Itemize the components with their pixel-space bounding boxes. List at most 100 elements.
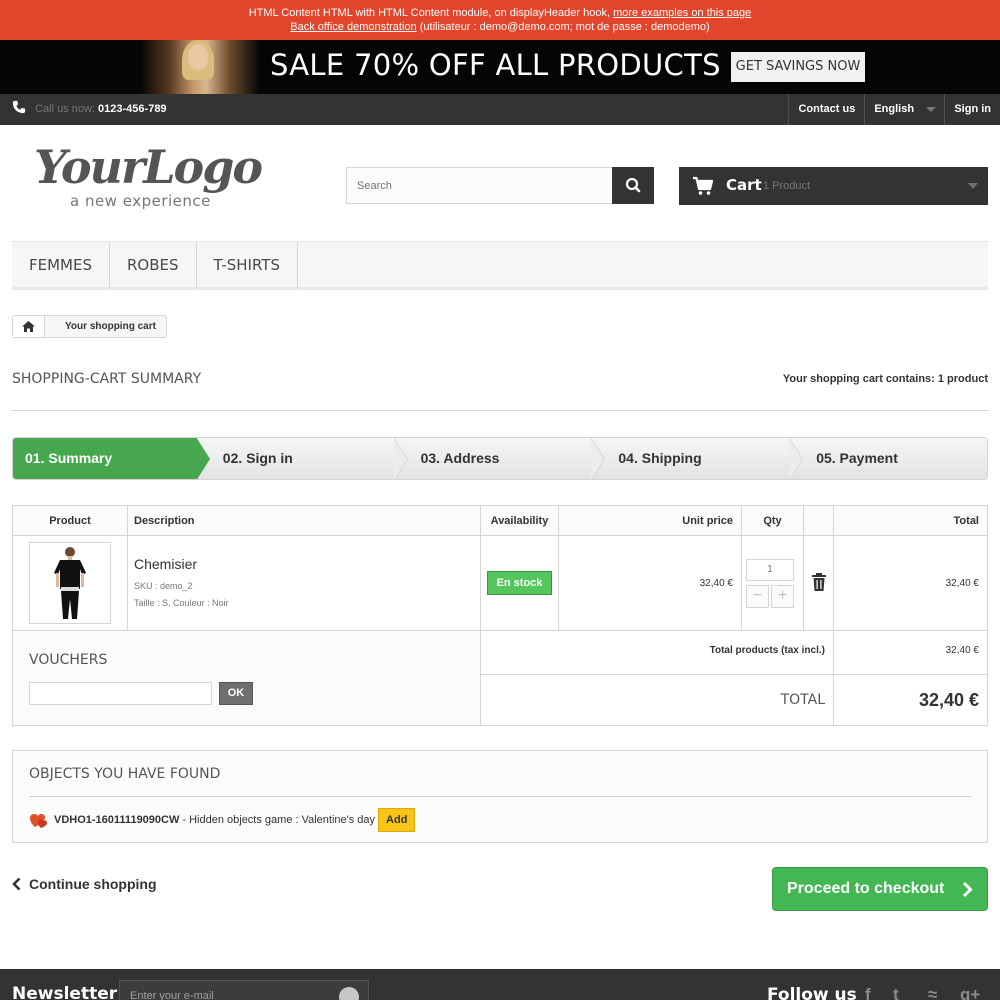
- language-label: English: [874, 103, 915, 115]
- unit-price: 32,40 €: [699, 577, 733, 589]
- search-box: [346, 167, 654, 204]
- search-input[interactable]: [347, 168, 613, 203]
- breadcrumb-current: Your shopping cart: [65, 321, 156, 332]
- quantity-stepper: − +: [746, 584, 803, 608]
- unit-price-cell: 32,40 €: [558, 535, 742, 631]
- step-shipping-label: 04. Shipping: [618, 450, 702, 466]
- call-us-label: Call us now:: [35, 103, 95, 115]
- add-object-button[interactable]: Add: [378, 808, 416, 832]
- info-line-2: Back office demonstration (utilisateur :…: [0, 20, 1000, 34]
- search-button[interactable]: [612, 167, 654, 204]
- divider: [12, 410, 988, 411]
- more-examples-link[interactable]: more examples on this page: [613, 7, 751, 19]
- step-address-label: 03. Address: [420, 450, 500, 466]
- vouchers-cell: VOUCHERS OK: [12, 630, 481, 726]
- sale-banner[interactable]: SALE 70% OFF ALL PRODUCTS GET SAVINGS NO…: [0, 40, 1000, 94]
- phone-icon: [12, 100, 26, 114]
- col-actions: [803, 505, 834, 536]
- quantity-input[interactable]: 1: [746, 558, 794, 581]
- step-sign-in: 02. Sign in: [196, 438, 408, 479]
- follow-us-title: Follow us: [767, 985, 857, 1000]
- step-summary: 01. Summary: [13, 438, 210, 479]
- chevron-down-icon: [926, 107, 937, 112]
- cart-summary-count: Your shopping cart contains: 1 product: [782, 373, 988, 385]
- cart-icon: [693, 176, 714, 195]
- twitter-icon[interactable]: t: [893, 985, 899, 1000]
- decrease-qty-button[interactable]: −: [746, 584, 769, 608]
- sale-title: SALE 70% OFF ALL PRODUCTS: [270, 48, 721, 82]
- total-products-label: Total products (tax incl.): [480, 630, 834, 675]
- demo-info-bar: HTML Content HTML with HTML Content modu…: [0, 0, 1000, 40]
- voucher-input[interactable]: [29, 681, 212, 705]
- google-plus-icon[interactable]: g+: [960, 985, 980, 1000]
- product-sku: SKU : demo_2: [134, 581, 193, 591]
- table-row: Chemisier SKU : demo_2 Taille : S, Coule…: [12, 535, 988, 631]
- get-savings-button[interactable]: GET SAVINGS NOW: [731, 52, 865, 82]
- qty-cell: 1 − +: [741, 535, 804, 631]
- newsletter-submit-button[interactable]: [339, 987, 359, 1000]
- home-icon: [22, 321, 35, 332]
- phone-number: 0123-456-789: [98, 103, 167, 115]
- product-name[interactable]: Chemisier: [134, 556, 480, 572]
- back-office-link[interactable]: Back office demonstration: [290, 21, 416, 33]
- increase-qty-button[interactable]: +: [771, 584, 794, 608]
- info-line-1: HTML Content HTML with HTML Content modu…: [0, 6, 1000, 20]
- menu-item-femmes[interactable]: FEMMES: [12, 242, 110, 289]
- status-badge: En stock: [486, 571, 553, 595]
- chevron-left-icon: [12, 877, 21, 891]
- product-attributes: Taille : S, Couleur : Noir: [134, 598, 229, 608]
- menu-item-tshirts[interactable]: T-SHIRTS: [197, 242, 298, 289]
- site-logo[interactable]: YourLogo a new experience: [34, 142, 274, 212]
- cart-count: 1 Product: [763, 180, 811, 192]
- contact-us-link[interactable]: Contact us: [788, 94, 864, 125]
- continue-shopping-label: Continue shopping: [29, 876, 157, 892]
- cart-label: Cart: [726, 176, 762, 194]
- newsletter-title: Newsletter: [12, 984, 118, 1000]
- col-qty: Qty: [741, 505, 804, 536]
- checkout-label: Proceed to checkout: [787, 880, 945, 897]
- product-image[interactable]: [29, 542, 111, 624]
- main-menu: FEMMES ROBES T-SHIRTS: [12, 241, 988, 290]
- info-line-2-text: (utilisateur : demo@demo.com; mot de pas…: [419, 21, 710, 33]
- step-shipping: 04. Shipping: [591, 438, 804, 479]
- home-link[interactable]: [13, 316, 45, 337]
- step-payment: 05. Payment: [789, 438, 987, 479]
- menu-item-robes[interactable]: ROBES: [110, 242, 197, 289]
- facebook-icon[interactable]: f: [865, 985, 871, 1000]
- nav-links: Contact us English Sign in: [788, 94, 1000, 125]
- object-code: VDHO1-16011119090CW: [54, 814, 180, 826]
- total-cell: 32,40 €: [833, 535, 988, 631]
- cart-table: Product Description Availability Unit pr…: [12, 505, 988, 726]
- breadcrumb: Your shopping cart: [12, 315, 167, 338]
- step-payment-label: 05. Payment: [816, 450, 898, 466]
- language-selector[interactable]: English: [864, 94, 944, 125]
- cart-dropdown[interactable]: Cart 1 Product: [679, 167, 988, 205]
- rss-icon[interactable]: ≈: [928, 985, 937, 1000]
- voucher-ok-button[interactable]: OK: [219, 681, 253, 705]
- trash-icon[interactable]: [811, 572, 827, 591]
- sign-in-link[interactable]: Sign in: [944, 94, 1000, 125]
- search-icon: [625, 177, 641, 193]
- col-description: Description: [127, 505, 481, 536]
- step-address: 03. Address: [394, 438, 606, 479]
- logo-tagline: a new experience: [70, 192, 211, 210]
- chevron-right-icon: [962, 881, 973, 898]
- continue-shopping-link[interactable]: Continue shopping: [12, 876, 157, 892]
- step-sign-in-label: 02. Sign in: [222, 450, 293, 466]
- heart-icon: [30, 813, 47, 828]
- table-row: VOUCHERS OK Total products (tax incl.) 3…: [12, 630, 988, 726]
- col-product: Product: [12, 505, 128, 536]
- vouchers-title: VOUCHERS: [29, 651, 108, 668]
- objects-found-title: OBJECTS YOU HAVE FOUND: [29, 766, 221, 782]
- divider: [29, 796, 972, 797]
- step-summary-label: 01. Summary: [25, 450, 113, 466]
- product-cell: [12, 535, 128, 631]
- col-unit-price: Unit price: [558, 505, 742, 536]
- table-header-row: Product Description Availability Unit pr…: [12, 505, 988, 536]
- list-item: VDHO1-16011119090CW - Hidden objects gam…: [29, 808, 416, 832]
- newsletter-input[interactable]: Enter your e-mail: [119, 980, 369, 1000]
- grand-total: 32,40 €: [833, 674, 988, 726]
- object-description: - Hidden objects game : Valentine's day: [182, 814, 376, 826]
- proceed-to-checkout-button[interactable]: Proceed to checkout: [772, 867, 988, 911]
- top-nav-bar: Call us now: 0123-456-789 Contact us Eng…: [0, 94, 1000, 125]
